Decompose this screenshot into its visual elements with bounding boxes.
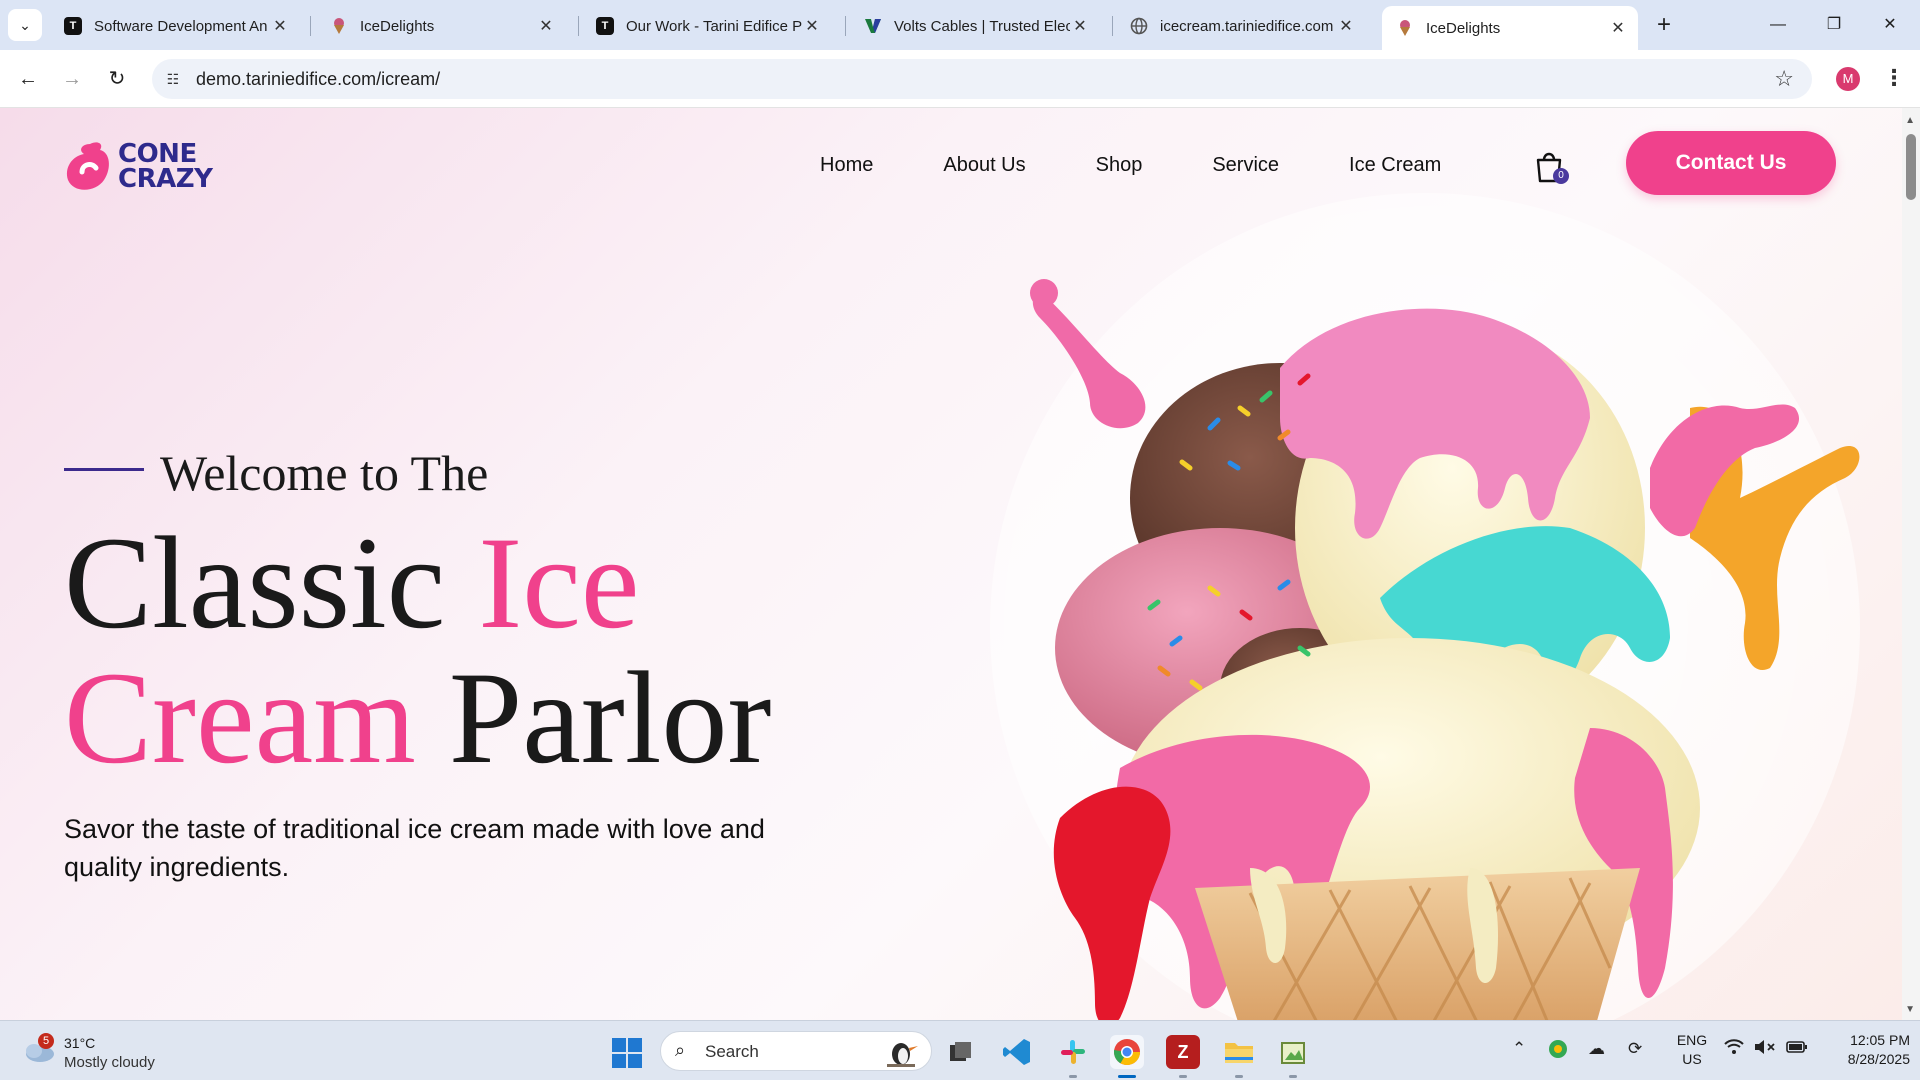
onedrive-offline-icon[interactable]: ☁	[1588, 1039, 1605, 1059]
scroll-up-arrow-icon[interactable]: ▲	[1905, 115, 1915, 126]
close-icon[interactable]: ✕	[1336, 16, 1356, 36]
bookmark-star-icon[interactable]: ☆	[1774, 66, 1794, 92]
tab-icecream-tariniedifice[interactable]: icecream.tariniedifice.com ✕	[1116, 8, 1366, 44]
tab-search-button[interactable]: ⌄	[8, 9, 42, 41]
hero-title-line-2: Cream Parlor	[64, 648, 771, 788]
tab-volts-cables[interactable]: Volts Cables | Trusted Elect ✕	[850, 8, 1100, 44]
tab-separator	[1112, 16, 1113, 36]
show-hidden-icons-chevron-icon[interactable]: ⌃	[1512, 1039, 1526, 1059]
nav-home[interactable]: Home	[820, 154, 873, 177]
globe-icon	[1130, 17, 1148, 35]
close-icon[interactable]: ✕	[270, 16, 290, 36]
file-explorer-icon[interactable]	[1222, 1035, 1256, 1069]
filezilla-icon[interactable]: Z	[1166, 1035, 1200, 1069]
hero-title-word: Classic	[64, 509, 446, 656]
browser-tab-strip: ⌄ T Software Development An ✕ IceDelight…	[0, 0, 1920, 50]
cone-crazy-logo-icon	[66, 142, 109, 190]
slack-icon[interactable]	[1056, 1035, 1090, 1069]
scrollbar-thumb[interactable]	[1906, 134, 1916, 200]
tab-separator	[578, 16, 579, 36]
nav-shop[interactable]: Shop	[1096, 154, 1143, 177]
restore-button[interactable]: ❐	[1812, 8, 1856, 42]
icedelights-icon	[330, 17, 348, 35]
close-icon[interactable]: ✕	[536, 16, 556, 36]
logo-text: CONE CRAZY	[118, 139, 213, 194]
cart-count-badge: 0	[1553, 168, 1569, 184]
wifi-icon[interactable]	[1724, 1039, 1744, 1060]
system-clock[interactable]: 12:05 PM 8/28/2025	[1820, 1031, 1910, 1069]
profile-avatar[interactable]: M	[1836, 67, 1860, 91]
ice-cream-illustration	[990, 193, 1860, 1020]
contact-us-button[interactable]: Contact Us	[1626, 131, 1836, 195]
app-running-indicator	[1069, 1075, 1077, 1078]
main-nav: Home About Us Shop Service Ice Cream	[820, 154, 1511, 177]
nav-about-us[interactable]: About Us	[943, 154, 1025, 177]
page-scrollbar[interactable]	[1902, 108, 1920, 1020]
close-icon[interactable]: ✕	[802, 16, 822, 36]
close-icon[interactable]: ✕	[1070, 16, 1090, 36]
tab-separator	[310, 16, 311, 36]
chrome-icon[interactable]	[1110, 1035, 1144, 1069]
volts-icon	[864, 17, 882, 35]
tarini-icon: T	[596, 17, 614, 35]
speaker-muted-icon[interactable]	[1754, 1039, 1776, 1060]
language-indicator[interactable]: ENG US	[1672, 1031, 1712, 1069]
battery-icon[interactable]	[1786, 1039, 1808, 1059]
windows-taskbar: 5 31°C Mostly cloudy ⌕ Search Z ⌃ ☁ ⟳ EN…	[0, 1020, 1920, 1080]
hero-subtext: Savor the taste of traditional ice cream…	[64, 814, 765, 882]
url-text[interactable]: demo.tariniedifice.com/icream/	[196, 69, 440, 90]
app-active-indicator	[1118, 1075, 1136, 1078]
chevron-down-icon: ⌄	[19, 16, 31, 33]
tab-separator	[845, 16, 846, 36]
tab-icedelights[interactable]: IceDelights ✕	[316, 8, 566, 44]
site-info-icon[interactable]: ☷	[162, 68, 184, 90]
scroll-down-arrow-icon[interactable]: ▼	[1905, 1004, 1915, 1015]
tab-software-development[interactable]: T Software Development An ✕	[50, 8, 300, 44]
hero-title-line-1: Classic Ice	[64, 513, 639, 653]
browser-toolbar: ← → ↻ ☷ demo.tariniedifice.com/icream/ ☆…	[0, 50, 1920, 108]
hero-title-word-highlight: Ice	[478, 509, 640, 656]
tab-icedelights-active[interactable]: IceDelights ✕	[1382, 6, 1638, 50]
temperature: 31°C	[64, 1035, 96, 1051]
vscode-icon[interactable]	[1000, 1035, 1034, 1069]
chrome-tray-icon[interactable]	[1548, 1039, 1568, 1064]
hero-accent-line	[64, 468, 144, 471]
icedelights-icon	[1396, 19, 1414, 37]
app-running-indicator	[1289, 1075, 1297, 1078]
page-viewport: CONE CRAZY Home About Us Shop Service Ic…	[0, 108, 1920, 1020]
close-window-button[interactable]: ✕	[1868, 8, 1912, 42]
tab-our-work[interactable]: T Our Work - Tarini Edifice P ✕	[582, 8, 832, 44]
browser-menu-icon[interactable]: ⋮	[1883, 63, 1905, 95]
weather-condition: Mostly cloudy	[64, 1054, 155, 1071]
close-icon[interactable]: ✕	[1608, 18, 1628, 38]
app-running-indicator	[1179, 1075, 1187, 1078]
minimize-button[interactable]: —	[1756, 8, 1800, 42]
tarini-icon: T	[64, 17, 82, 35]
back-button[interactable]: ←	[12, 63, 44, 95]
forward-button[interactable]: →	[56, 63, 88, 95]
site-logo[interactable]: CONE CRAZY	[64, 138, 213, 196]
hero-welcome-text: Welcome to The	[160, 445, 489, 501]
new-tab-button[interactable]: +	[1648, 10, 1680, 42]
task-view-icon[interactable]	[944, 1035, 978, 1069]
sync-icon[interactable]: ⟳	[1628, 1039, 1642, 1059]
app-running-indicator	[1235, 1075, 1243, 1078]
nav-service[interactable]: Service	[1212, 154, 1279, 177]
nav-ice-cream[interactable]: Ice Cream	[1349, 154, 1441, 177]
hero-title-word: Parlor	[448, 644, 772, 791]
search-highlight-bird-icon	[887, 1043, 918, 1067]
search-icon: ⌕	[675, 1040, 686, 1060]
address-bar[interactable]: ☷ demo.tariniedifice.com/icream/ ☆	[152, 59, 1812, 99]
taskbar-search-box[interactable]: ⌕ Search	[660, 1031, 932, 1071]
hero-title-word-highlight: Cream	[64, 644, 416, 791]
windows-start-icon[interactable]	[611, 1037, 643, 1069]
reload-button[interactable]: ↻	[101, 63, 133, 95]
image-editor-icon[interactable]	[1276, 1035, 1310, 1069]
weather-widget[interactable]: 5 31°C Mostly cloudy	[22, 1033, 162, 1073]
weather-alert-badge: 5	[38, 1033, 54, 1049]
